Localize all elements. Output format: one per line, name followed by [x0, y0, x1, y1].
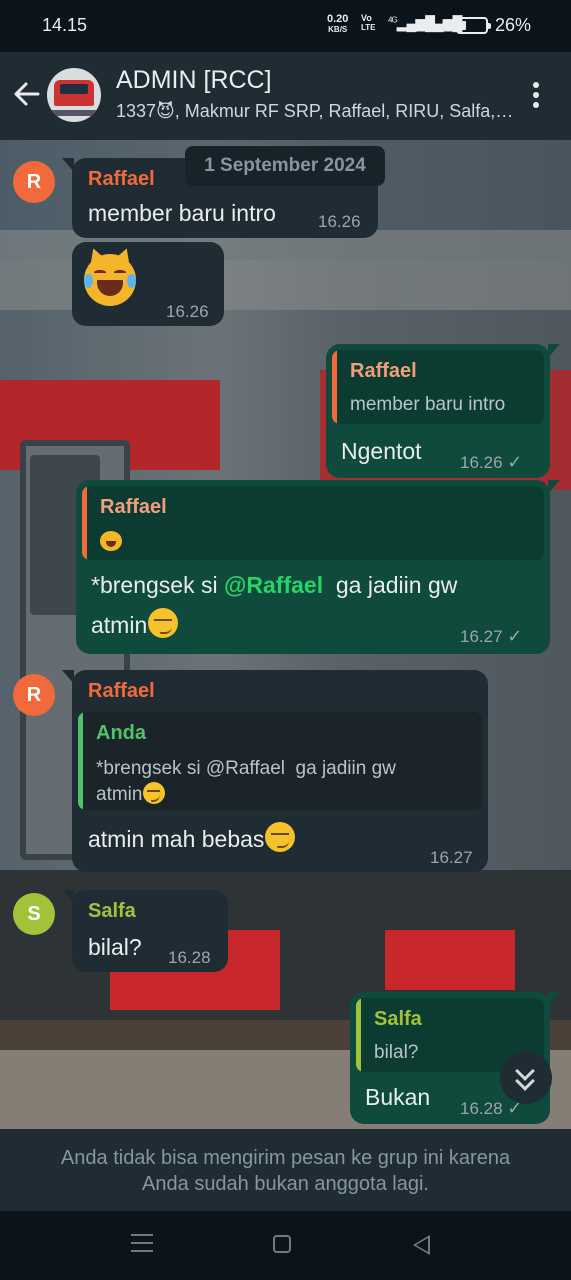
- sender-name[interactable]: Salfa: [88, 900, 136, 923]
- message-time: 16.28 ✓: [460, 1098, 523, 1118]
- message-time: 16.26: [166, 302, 209, 321]
- quoted-message[interactable]: Raffael: [82, 486, 544, 560]
- quote-author: Anda: [96, 722, 146, 744]
- train-icon: [54, 80, 94, 106]
- quote-text: *brengsek si @Raffael ga jadiin gw: [96, 758, 396, 779]
- quoted-message[interactable]: Anda *brengsek si @Raffael ga jadiin gw …: [78, 712, 482, 810]
- smirk-emoji-icon: [143, 782, 166, 804]
- status-time: 14.15: [42, 15, 88, 35]
- sender-name[interactable]: Raffael: [88, 680, 155, 703]
- message-text: Ngentot: [341, 438, 422, 464]
- sender-name[interactable]: Raffael: [88, 168, 155, 191]
- network-speed: 0.20 KB/S: [327, 13, 349, 35]
- message-text: bilal?: [88, 934, 142, 960]
- recents-icon[interactable]: [131, 1234, 153, 1254]
- quote-text-line2: atmin: [96, 782, 166, 807]
- group-title[interactable]: ADMIN [RCC]: [116, 66, 272, 95]
- group-members[interactable]: 1337😈, Makmur RF SRP, Raffael, RIRU, Sal…: [116, 101, 516, 122]
- back-icon[interactable]: [413, 1235, 430, 1255]
- message-time: 16.27 ✓: [460, 626, 523, 646]
- quote-text: bilal?: [374, 1042, 419, 1063]
- message-bubble[interactable]: Raffael member baru intro Ngentot 16.26 …: [326, 344, 560, 478]
- message-text: atmin mah bebas: [88, 822, 296, 853]
- message-time: 16.26 ✓: [460, 452, 523, 472]
- chat-header: ADMIN [RCC] 1337😈, Makmur RF SRP, Raffae…: [0, 52, 571, 140]
- quote-author: Salfa: [374, 1008, 422, 1030]
- battery-icon: [456, 17, 491, 34]
- message-text: *brengsek si @Raffael ga jadiin gw: [91, 572, 458, 598]
- quote-author: Raffael: [350, 360, 417, 382]
- cat-joy-emoji-icon: [84, 254, 136, 306]
- volte-icon: Vo LTE: [361, 13, 376, 33]
- more-options-icon[interactable]: [524, 79, 548, 113]
- message-bubble[interactable]: Raffael Anda *brengsek si @Raffael ga ja…: [62, 670, 488, 872]
- message-text: member baru intro: [88, 200, 276, 226]
- sender-avatar[interactable]: R: [13, 674, 55, 716]
- message-time: 16.27: [430, 848, 473, 867]
- system-nav-bar: [0, 1211, 571, 1280]
- message-text-line2: atmin: [91, 608, 179, 639]
- quote-author: Raffael: [100, 496, 167, 518]
- quote-text: member baru intro: [350, 394, 506, 415]
- message-time: 16.26: [318, 212, 361, 231]
- scroll-to-bottom-button[interactable]: [500, 1052, 552, 1104]
- smirk-emoji-icon: [265, 822, 296, 852]
- chat-area[interactable]: R Raffael member baru intro 16.26 1 Sept…: [0, 140, 571, 1129]
- smirk-emoji-icon: [148, 608, 179, 638]
- cat-joy-emoji-icon: [100, 530, 122, 551]
- quoted-message[interactable]: Raffael member baru intro: [332, 350, 544, 424]
- mention-link[interactable]: @Raffael: [224, 572, 323, 598]
- status-bar: 14.15 0.20 KB/S Vo LTE 4G▂▄▆█ ▂▄▆█ 26%: [0, 0, 571, 52]
- date-separator: 1 September 2024: [185, 146, 385, 186]
- message-bubble[interactable]: Raffael *brengsek si @Raffael ga jadiin …: [76, 480, 560, 654]
- not-member-notice: Anda tidak bisa mengirim pesan ke grup i…: [0, 1129, 571, 1211]
- sender-avatar[interactable]: S: [13, 893, 55, 935]
- sender-avatar[interactable]: R: [13, 161, 55, 203]
- sent-check-icon: ✓: [507, 626, 523, 646]
- message-time: 16.28: [168, 948, 211, 967]
- sent-check-icon: ✓: [507, 452, 523, 472]
- back-arrow-icon[interactable]: [12, 79, 42, 109]
- group-avatar[interactable]: [47, 68, 101, 122]
- message-bubble[interactable]: 16.26: [72, 242, 224, 326]
- home-icon[interactable]: [273, 1235, 291, 1253]
- battery-percent: 26%: [495, 15, 532, 35]
- message-text: Bukan: [365, 1084, 431, 1110]
- message-bubble[interactable]: Salfa bilal? 16.28: [62, 890, 228, 972]
